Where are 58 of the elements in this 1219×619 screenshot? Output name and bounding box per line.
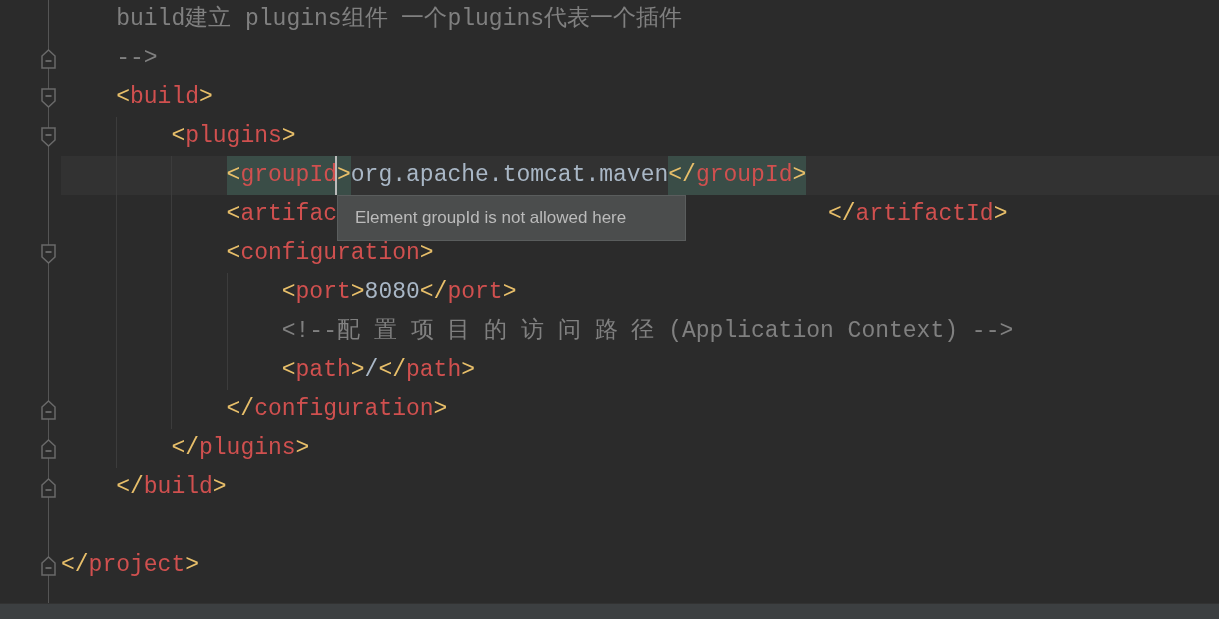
tag-bracket: > — [185, 551, 200, 580]
tag-bracket: > — [199, 83, 213, 112]
tag-name: configuration — [254, 395, 434, 424]
tag-bracket: > — [419, 239, 434, 268]
tag-bracket: > — [350, 356, 365, 385]
code-text: 8080 — [364, 278, 420, 307]
error-tooltip: Element groupId is not allowed here — [337, 195, 686, 241]
code-comment: --> — [116, 44, 158, 73]
tag-bracket: > — [461, 356, 476, 385]
tag-name: artifactId — [855, 200, 994, 229]
code-text: org.apache.tomcat.maven — [350, 161, 669, 190]
tag-bracket: > — [993, 200, 1008, 229]
tag-name: plugins — [199, 434, 296, 463]
tag-name: build — [143, 473, 213, 502]
code-comment: build建立 plugins组件 一个plugins代表一个插件 — [116, 4, 683, 34]
tag-bracket: < — [226, 239, 241, 268]
code-text: / — [364, 356, 379, 385]
code-comment: <!--配 置 项 目 的 访 问 路 径 (Application Context) --> — [281, 316, 1014, 346]
tag-bracket: < — [226, 156, 241, 195]
tag-bracket: </ — [419, 278, 448, 307]
fold-icon[interactable] — [41, 555, 56, 576]
tag-name: build — [130, 83, 199, 112]
tag-bracket: > — [281, 122, 296, 151]
tag-bracket: < — [116, 83, 130, 112]
tag-bracket: </ — [226, 395, 255, 424]
tag-bracket: > — [295, 434, 310, 463]
tag-bracket: > — [502, 278, 517, 307]
tag-name: plugins — [185, 122, 282, 151]
tag-bracket: </ — [171, 434, 199, 463]
tag-name: configuration — [240, 239, 420, 268]
tag-name: path — [406, 356, 462, 385]
tag-name: groupId — [695, 156, 793, 195]
tag-name: project — [88, 551, 186, 580]
tag-bracket: < — [171, 122, 186, 151]
fold-icon[interactable] — [41, 243, 56, 264]
tag-bracket: < — [281, 278, 296, 307]
tag-bracket: </ — [828, 200, 856, 229]
tag-name: path — [295, 356, 351, 385]
fold-icon[interactable] — [41, 477, 56, 498]
tag-bracket: > — [433, 395, 448, 424]
tag-name: groupId — [240, 156, 337, 195]
tag-name: port — [447, 278, 503, 307]
fold-icon[interactable] — [41, 438, 56, 459]
tag-bracket: > — [350, 278, 365, 307]
tag-bracket: </ — [61, 551, 89, 580]
tag-name: artifac — [240, 200, 337, 229]
tag-bracket: > — [212, 473, 227, 502]
tag-bracket: </ — [668, 156, 696, 195]
tag-bracket: </ — [116, 473, 144, 502]
fold-icon[interactable] — [41, 48, 56, 69]
tag-bracket: > — [337, 156, 351, 195]
tag-bracket: < — [281, 356, 296, 385]
fold-icon[interactable] — [41, 126, 56, 147]
fold-icon[interactable] — [41, 399, 56, 420]
tag-name: port — [295, 278, 351, 307]
tag-bracket: < — [226, 200, 241, 229]
fold-icon[interactable] — [41, 87, 56, 108]
tag-bracket: </ — [378, 356, 406, 385]
